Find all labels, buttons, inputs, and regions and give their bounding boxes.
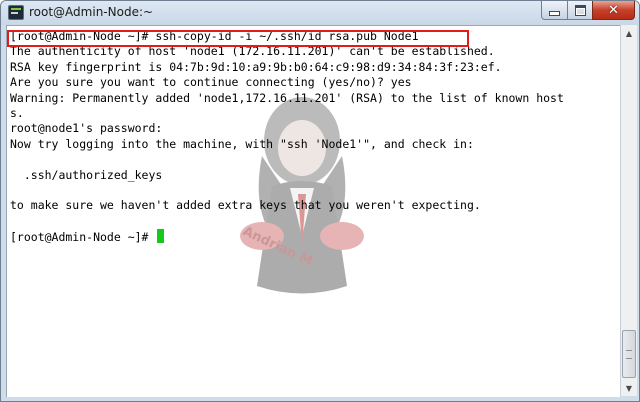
terminal-line: RSA key fingerprint is 04:7b:9d:10:a9:9b… <box>10 60 620 75</box>
terminal-line-text: The authenticity of host 'node1 (172.16.… <box>10 44 495 59</box>
terminal-line: [root@Admin-Node ~]# <box>10 229 620 244</box>
scroll-down-arrow-icon: ▼ <box>625 383 633 393</box>
terminal-lines: [root@Admin-Node ~]# ssh-copy-id -i ~/.s… <box>10 29 620 244</box>
terminal-line: Warning: Permanently added 'node1,172.16… <box>10 91 620 106</box>
title-bar[interactable]: root@Admin-Node:~ ✕ <box>1 1 639 25</box>
terminal-line-text: [root@Admin-Node ~]# ssh-copy-id -i ~/.s… <box>10 29 419 43</box>
vertical-scrollbar[interactable]: ▲ ▼ <box>620 25 637 396</box>
terminal-line: s. <box>10 106 620 121</box>
scroll-up-arrow-icon: ▲ <box>625 28 633 38</box>
terminal-icon[interactable] <box>8 5 24 20</box>
terminal-line: .ssh/authorized_keys <box>10 168 620 183</box>
terminal-line-text: Now try logging into the machine, with "… <box>10 136 474 151</box>
terminal-line-text: RSA key fingerprint is 04:7b:9d:10:a9:9b… <box>10 59 502 74</box>
minimize-button[interactable] <box>541 1 568 20</box>
terminal-line-text: Warning: Permanently added 'node1,172.16… <box>10 90 564 105</box>
scrollbar-thumb[interactable] <box>622 330 636 378</box>
terminal-line-text: root@node1's password: <box>10 121 163 136</box>
terminal-line-text: .ssh/authorized_keys <box>10 167 163 182</box>
terminal-line-text: to make sure we haven't added extra keys… <box>10 198 481 213</box>
terminal-line-text: s. <box>10 105 24 120</box>
terminal-line-text: [root@Admin-Node ~]# <box>10 230 156 245</box>
close-icon: ✕ <box>608 2 619 18</box>
maximize-button[interactable] <box>567 1 593 20</box>
close-button[interactable]: ✕ <box>592 1 635 20</box>
terminal-line: Now try logging into the machine, with "… <box>10 137 620 152</box>
terminal-output[interactable]: Andrian M [root@Admin-Node ~]# ssh-copy-… <box>6 25 620 397</box>
scroll-down-button[interactable]: ▼ <box>621 380 637 396</box>
scroll-up-button[interactable]: ▲ <box>621 25 637 41</box>
maximize-icon <box>574 4 586 16</box>
window-title: root@Admin-Node:~ <box>29 5 154 19</box>
terminal-window: root@Admin-Node:~ ✕ Andrian M [root@Admi… <box>0 0 640 402</box>
text-cursor <box>157 229 165 244</box>
terminal-line: Are you sure you want to continue connec… <box>10 75 620 90</box>
minimize-icon <box>549 10 560 16</box>
terminal-line: The authenticity of host 'node1 (172.16.… <box>10 44 620 59</box>
terminal-line-text: Are you sure you want to continue connec… <box>10 75 412 90</box>
terminal-line: [root@Admin-Node ~]# ssh-copy-id -i ~/.s… <box>10 29 620 44</box>
terminal-line: to make sure we haven't added extra keys… <box>10 198 620 213</box>
terminal-line: root@node1's password: <box>10 121 620 136</box>
